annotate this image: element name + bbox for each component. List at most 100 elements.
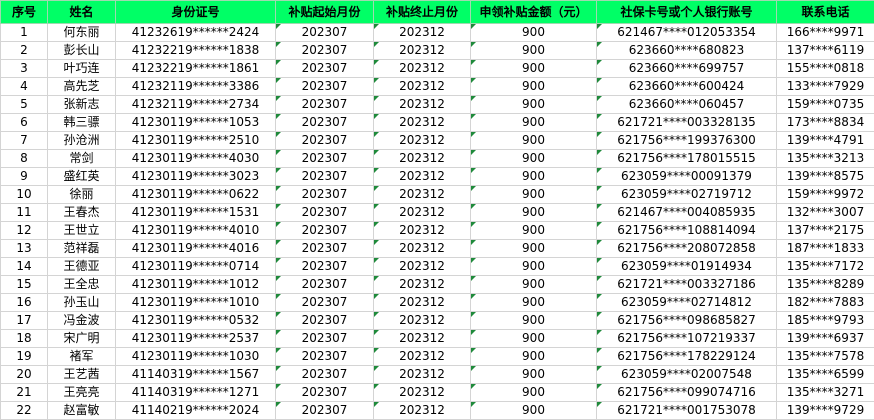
cell-account[interactable]: 623660****060457: [597, 96, 777, 114]
cell-start-month[interactable]: 202307: [276, 276, 374, 294]
cell-start-month[interactable]: 202307: [276, 204, 374, 222]
cell-account[interactable]: 621756****178015515: [597, 150, 777, 168]
cell-phone[interactable]: 185****9793: [777, 312, 874, 330]
cell-end-month[interactable]: 202312: [374, 240, 471, 258]
cell-account[interactable]: 623059****02007548: [597, 366, 777, 384]
cell-id-number[interactable]: 41232219******1861: [116, 60, 276, 78]
cell-start-month[interactable]: 202307: [276, 294, 374, 312]
cell-start-month[interactable]: 202307: [276, 330, 374, 348]
cell-name[interactable]: 何东丽: [48, 24, 116, 42]
cell-index[interactable]: 20: [1, 366, 48, 384]
cell-start-month[interactable]: 202307: [276, 114, 374, 132]
cell-account[interactable]: 621721****003327186: [597, 276, 777, 294]
cell-name[interactable]: 孙玉山: [48, 294, 116, 312]
cell-end-month[interactable]: 202312: [374, 114, 471, 132]
cell-phone[interactable]: 173****8834: [777, 114, 874, 132]
cell-end-month[interactable]: 202312: [374, 60, 471, 78]
cell-end-month[interactable]: 202312: [374, 402, 471, 420]
cell-name[interactable]: 盛红英: [48, 168, 116, 186]
cell-id-number[interactable]: 41140319******1271: [116, 384, 276, 402]
cell-phone[interactable]: 159****0735: [777, 96, 874, 114]
cell-phone[interactable]: 135****7172: [777, 258, 874, 276]
cell-end-month[interactable]: 202312: [374, 330, 471, 348]
cell-end-month[interactable]: 202312: [374, 258, 471, 276]
cell-account[interactable]: 621756****107219337: [597, 330, 777, 348]
cell-name[interactable]: 范祥磊: [48, 240, 116, 258]
header-cell-phone[interactable]: 联系电话: [777, 1, 874, 24]
cell-start-month[interactable]: 202307: [276, 168, 374, 186]
cell-amount[interactable]: 900: [471, 204, 597, 222]
cell-account[interactable]: 621756****099074716: [597, 384, 777, 402]
cell-end-month[interactable]: 202312: [374, 78, 471, 96]
cell-account[interactable]: 623660****699757: [597, 60, 777, 78]
cell-end-month[interactable]: 202312: [374, 42, 471, 60]
cell-phone[interactable]: 182****7883: [777, 294, 874, 312]
cell-start-month[interactable]: 202307: [276, 312, 374, 330]
cell-id-number[interactable]: 41232219******1838: [116, 42, 276, 60]
cell-end-month[interactable]: 202312: [374, 132, 471, 150]
cell-phone[interactable]: 187****1833: [777, 240, 874, 258]
cell-start-month[interactable]: 202307: [276, 24, 374, 42]
cell-amount[interactable]: 900: [471, 96, 597, 114]
cell-name[interactable]: 王世立: [48, 222, 116, 240]
cell-start-month[interactable]: 202307: [276, 384, 374, 402]
cell-index[interactable]: 2: [1, 42, 48, 60]
cell-start-month[interactable]: 202307: [276, 96, 374, 114]
cell-index[interactable]: 17: [1, 312, 48, 330]
header-cell-index[interactable]: 序号: [1, 1, 48, 24]
cell-phone[interactable]: 135****8289: [777, 276, 874, 294]
cell-amount[interactable]: 900: [471, 312, 597, 330]
cell-phone[interactable]: 166****9971: [777, 24, 874, 42]
cell-name[interactable]: 王全忠: [48, 276, 116, 294]
cell-amount[interactable]: 900: [471, 258, 597, 276]
cell-phone[interactable]: 132****3007: [777, 204, 874, 222]
cell-amount[interactable]: 900: [471, 294, 597, 312]
cell-account[interactable]: 623059****02714812: [597, 294, 777, 312]
header-cell-account[interactable]: 社保卡号或个人银行账号: [597, 1, 777, 24]
cell-start-month[interactable]: 202307: [276, 42, 374, 60]
cell-account[interactable]: 621721****003328135: [597, 114, 777, 132]
cell-account[interactable]: 621721****001753078: [597, 402, 777, 420]
cell-id-number[interactable]: 41232619******2424: [116, 24, 276, 42]
cell-id-number[interactable]: 41230119******1030: [116, 348, 276, 366]
cell-index[interactable]: 15: [1, 276, 48, 294]
cell-account[interactable]: 623660****680823: [597, 42, 777, 60]
cell-index[interactable]: 21: [1, 384, 48, 402]
cell-name[interactable]: 孙沧洲: [48, 132, 116, 150]
cell-name[interactable]: 王亮亮: [48, 384, 116, 402]
cell-index[interactable]: 3: [1, 60, 48, 78]
cell-end-month[interactable]: 202312: [374, 24, 471, 42]
cell-phone[interactable]: 137****2175: [777, 222, 874, 240]
cell-amount[interactable]: 900: [471, 150, 597, 168]
cell-index[interactable]: 12: [1, 222, 48, 240]
cell-name[interactable]: 褚军: [48, 348, 116, 366]
cell-phone[interactable]: 133****7929: [777, 78, 874, 96]
cell-start-month[interactable]: 202307: [276, 402, 374, 420]
cell-amount[interactable]: 900: [471, 114, 597, 132]
cell-name[interactable]: 王春杰: [48, 204, 116, 222]
cell-end-month[interactable]: 202312: [374, 96, 471, 114]
cell-start-month[interactable]: 202307: [276, 60, 374, 78]
cell-amount[interactable]: 900: [471, 60, 597, 78]
cell-phone[interactable]: 139****9729: [777, 402, 874, 420]
cell-id-number[interactable]: 41230119******4016: [116, 240, 276, 258]
cell-name[interactable]: 冯金波: [48, 312, 116, 330]
cell-end-month[interactable]: 202312: [374, 366, 471, 384]
cell-id-number[interactable]: 41230119******0622: [116, 186, 276, 204]
cell-end-month[interactable]: 202312: [374, 222, 471, 240]
cell-index[interactable]: 7: [1, 132, 48, 150]
header-cell-end-month[interactable]: 补贴终止月份: [374, 1, 471, 24]
cell-account[interactable]: 623059****02719712: [597, 186, 777, 204]
cell-amount[interactable]: 900: [471, 240, 597, 258]
cell-index[interactable]: 5: [1, 96, 48, 114]
cell-amount[interactable]: 900: [471, 132, 597, 150]
cell-phone[interactable]: 135****7578: [777, 348, 874, 366]
cell-index[interactable]: 6: [1, 114, 48, 132]
cell-amount[interactable]: 900: [471, 366, 597, 384]
cell-account[interactable]: 621756****108814094: [597, 222, 777, 240]
cell-id-number[interactable]: 41230119******4010: [116, 222, 276, 240]
cell-id-number[interactable]: 41230119******1010: [116, 294, 276, 312]
cell-account[interactable]: 621756****178229124: [597, 348, 777, 366]
cell-start-month[interactable]: 202307: [276, 258, 374, 276]
cell-index[interactable]: 13: [1, 240, 48, 258]
